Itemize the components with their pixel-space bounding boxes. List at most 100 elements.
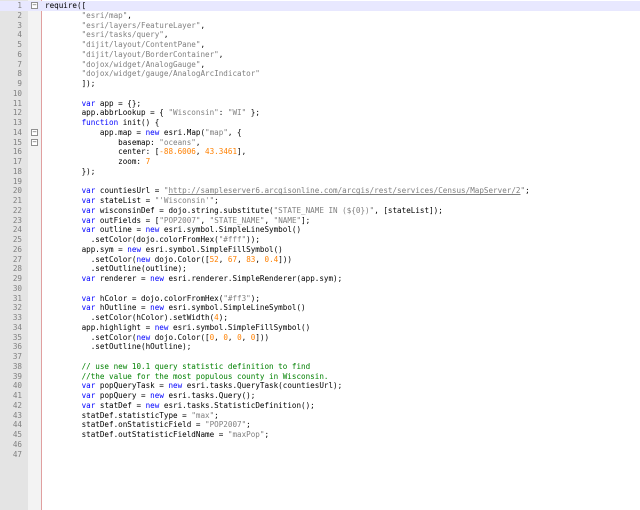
line-number: 16 [12, 147, 22, 157]
code-line[interactable]: 12 app.abbrLookup = { "Wisconsin": "WI" … [0, 108, 640, 118]
line-code: var popQuery = new esri.tasks.Query(); [81, 391, 256, 400]
code-line[interactable]: 6 "dijit/layout/BorderContainer", [0, 50, 640, 60]
code-line[interactable]: 23 var outFields = ["POP2007", "STATE_NA… [0, 216, 640, 226]
line-number: 21 [12, 196, 22, 205]
code-editor[interactable]: 1− require([2 "esri/map", 3 "esri/layers/F… [0, 0, 640, 510]
code-line[interactable]: 28 .setOutline(outline); [0, 264, 640, 274]
line-number: 38 [12, 361, 22, 371]
line-code: "esri/tasks/query", [81, 30, 169, 40]
line-code: zoom: 7 [45, 157, 151, 166]
code-line[interactable]: 45 statDef.outStatisticFieldName = "maxP… [0, 430, 640, 440]
line-number: 30 [12, 283, 22, 293]
code-line[interactable]: 5 "dijit/layout/ContentPane", [0, 40, 640, 50]
code-line[interactable]: 17 zoom: 7 [0, 157, 640, 167]
line-number: 31 [12, 293, 22, 303]
code-line[interactable]: 33 .setColor(hColor).setWidth(4); [0, 313, 640, 323]
code-line[interactable]: 29 var renderer = new esri.renderer.Simp… [0, 274, 640, 284]
line-code: .setColor(dojo.colorFromHex("#fff")); [45, 235, 260, 244]
line-code: .setOutline(hOutline); [45, 342, 192, 352]
minus-box-icon[interactable]: − [31, 2, 38, 9]
line-number: 8 [17, 69, 22, 79]
code-line[interactable]: 41 var popQuery = new esri.tasks.Query()… [0, 391, 640, 401]
line-code: app.map = new esri.Map("map", { [45, 127, 242, 137]
code-line[interactable]: 47 [0, 450, 640, 460]
line-code: var countiesUrl = "http://sampleserver6.… [81, 186, 530, 196]
code-line[interactable]: 20 var countiesUrl = "http://sampleserve… [0, 186, 640, 196]
line-code: function init() { [81, 118, 160, 127]
code-line[interactable]: 31 var hColor = dojo.colorFromHex("#ff3"… [0, 294, 640, 304]
line-number: 34 [12, 322, 22, 332]
code-line[interactable]: 19 [0, 177, 640, 187]
line-number: 25 [12, 235, 22, 244]
code-line[interactable]: 13 function init() { [0, 118, 640, 128]
code-line[interactable]: 25 .setColor(dojo.colorFromHex("#fff")); [0, 235, 640, 245]
line-code: .setOutline(outline); [45, 264, 187, 274]
code-line[interactable]: 32 var hOutline = new esri.symbol.Simple… [0, 303, 640, 313]
line-number: 44 [12, 420, 22, 430]
code-line[interactable]: 46 [0, 440, 640, 450]
code-line[interactable]: 37 [0, 352, 640, 362]
code-line[interactable]: 21 var stateList = "'Wisconsin'"; [0, 196, 640, 206]
code-line[interactable]: 24 var outline = new esri.symbol.SimpleL… [0, 225, 640, 235]
line-number: 2 [17, 10, 22, 20]
line-code: var app = {}; [81, 98, 142, 108]
line-number: 7 [17, 59, 22, 69]
line-code: app.abbrLookup = { "Wisconsin": "WI" }; [45, 108, 260, 118]
code-line[interactable]: 11 var app = {}; [0, 99, 640, 109]
line-number: 5 [17, 40, 22, 49]
line-code: basemap: "oceans", [45, 137, 201, 147]
line-number: 19 [12, 176, 22, 186]
line-number: 42 [12, 400, 22, 410]
code-line[interactable]: 9 ]); [0, 79, 640, 89]
line-code: statDef.outStatisticFieldName = "maxPop"… [45, 430, 270, 439]
line-code: require([ [45, 1, 87, 10]
code-line[interactable]: 26 app.sym = new esri.symbol.SimpleFillS… [0, 245, 640, 255]
line-code: "dijit/layout/ContentPane", [81, 40, 206, 49]
line-code: }); [45, 166, 96, 176]
code-line[interactable]: 27 .setColor(new dojo.Color([52, 67, 83,… [0, 255, 640, 265]
code-line[interactable]: 7 "dojox/widget/AnalogGauge", [0, 60, 640, 70]
line-code: .setColor(hColor).setWidth(4); [45, 313, 228, 322]
code-line[interactable]: 39 //the value for the most populous cou… [0, 372, 640, 382]
code-line[interactable]: 18 }); [0, 167, 640, 177]
line-number: 39 [12, 371, 22, 381]
line-number: 13 [12, 118, 22, 127]
code-line[interactable]: 10 [0, 89, 640, 99]
code-line[interactable]: 30 [0, 284, 640, 294]
code-line[interactable]: 1 − require([ [0, 1, 640, 11]
line-code: var outline = new esri.symbol.SimpleLine… [81, 225, 302, 235]
code-lines[interactable]: 1− require([2 "esri/map", 3 "esri/layers/F… [0, 1, 640, 459]
code-line[interactable]: 42 var statDef = new esri.tasks.Statisti… [0, 401, 640, 411]
minus-box-icon[interactable]: − [31, 138, 38, 146]
code-line[interactable]: 35 .setColor(new dojo.Color([0, 0, 0, 0]… [0, 333, 640, 343]
code-line[interactable]: 16 center: [-88.6006, 43.3461], [0, 147, 640, 157]
code-line[interactable]: 34 app.highlight = new esri.symbol.Simpl… [0, 323, 640, 333]
code-line[interactable]: 22 var wisconsinDef = dojo.string.substi… [0, 206, 640, 216]
code-line[interactable]: 40 var popQueryTask = new esri.tasks.Que… [0, 381, 640, 391]
line-code: center: [-88.6006, 43.3461], [45, 147, 247, 157]
minus-box-icon[interactable]: − [31, 128, 38, 136]
line-number: 18 [12, 166, 22, 176]
code-line[interactable]: 43 statDef.statisticType = "max"; [0, 411, 640, 421]
code-line[interactable]: 36 .setOutline(hOutline); [0, 342, 640, 352]
line-number: 20 [12, 186, 22, 196]
line-code: .setColor(new dojo.Color([52, 67, 83, 0.… [45, 254, 292, 264]
line-code: app.sym = new esri.symbol.SimpleFillSymb… [45, 244, 283, 254]
line-code: "esri/layers/FeatureLayer", [81, 20, 206, 30]
line-code: var hColor = dojo.colorFromHex("#ff3"); [81, 293, 260, 303]
line-number: 45 [12, 430, 22, 439]
code-line[interactable]: 44 statDef.onStatisticField = "POP2007"; [0, 420, 640, 430]
code-line[interactable]: 14 − app.map = new esri.Map("map", { [0, 128, 640, 138]
code-line[interactable]: 15 − basemap: "oceans", [0, 138, 640, 148]
code-line[interactable]: 3 "esri/layers/FeatureLayer", [0, 21, 640, 31]
line-code: statDef.statisticType = "max"; [45, 410, 219, 420]
line-number: 1 [17, 1, 22, 10]
code-line[interactable]: 8 "dojox/widget/gauge/AnalogArcIndicator… [0, 69, 640, 79]
code-line[interactable]: 4 "esri/tasks/query", [0, 30, 640, 40]
code-line[interactable]: 38 // use new 10.1 query statistic defin… [0, 362, 640, 372]
line-number: 33 [12, 313, 22, 322]
code-line[interactable]: 2 "esri/map", [0, 11, 640, 21]
line-number: 6 [17, 49, 22, 59]
line-number: 4 [17, 30, 22, 40]
line-number: 47 [12, 449, 22, 459]
